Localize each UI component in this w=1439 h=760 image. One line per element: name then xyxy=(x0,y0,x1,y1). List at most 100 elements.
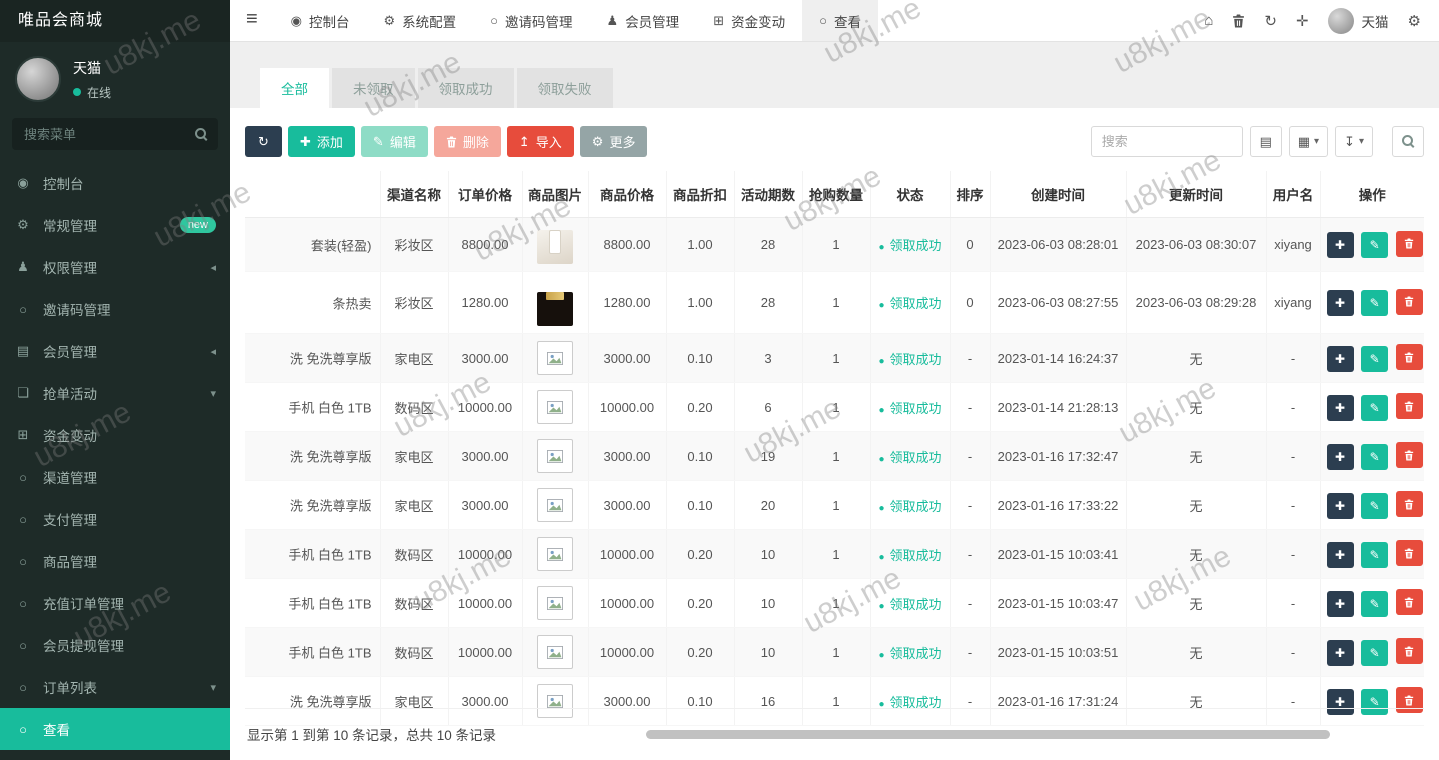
sidebar-menu-item[interactable]: ○ 邀请码管理 xyxy=(0,288,230,330)
status-dot-icon: ● xyxy=(878,405,884,416)
column-header[interactable]: 订单价格 xyxy=(448,171,522,218)
search-icon xyxy=(1402,135,1415,148)
column-header[interactable]: 操作 xyxy=(1320,171,1424,218)
row-delete-button[interactable] xyxy=(1396,231,1423,257)
refresh-icon[interactable]: ↻ xyxy=(1264,12,1277,30)
column-header[interactable]: 渠道名称 xyxy=(380,171,448,218)
menu-search xyxy=(12,118,218,150)
column-header[interactable]: 更新时间 xyxy=(1126,171,1266,218)
topnav-tab-label: 查看 xyxy=(834,11,861,31)
sidebar-menu-item[interactable]: ♟ 权限管理 ◂ xyxy=(0,246,230,288)
status-dot-icon: ● xyxy=(878,601,884,612)
topnav-tab[interactable]: ○ 邀请码管理 xyxy=(473,0,589,41)
topnav-tab[interactable]: ♟ 会员管理 xyxy=(590,0,697,41)
row-edit-button[interactable]: ✎ xyxy=(1361,591,1388,617)
row-add-button[interactable]: ✚ xyxy=(1327,232,1354,258)
search-toggle-button[interactable] xyxy=(1392,126,1424,157)
row-delete-button[interactable] xyxy=(1396,491,1423,517)
column-header[interactable]: 用户名 xyxy=(1266,171,1320,218)
home-icon[interactable]: ⌂ xyxy=(1204,12,1213,29)
menu-item-icon: ○ xyxy=(14,512,32,527)
column-header[interactable]: 状态 xyxy=(870,171,950,218)
topnav-tab[interactable]: ⚙ 系统配置 xyxy=(367,0,474,41)
row-edit-button[interactable]: ✎ xyxy=(1361,232,1388,258)
column-header[interactable]: 商品图片 xyxy=(522,171,588,218)
columns-button[interactable]: ▦ ▾ xyxy=(1289,126,1328,157)
sidebar-menu-item[interactable]: ○ 充值订单管理 xyxy=(0,582,230,624)
status-badge: ●领取成功 xyxy=(870,432,950,481)
sidebar-menu-item[interactable]: ○ 渠道管理 xyxy=(0,456,230,498)
row-edit-button[interactable]: ✎ xyxy=(1361,542,1388,568)
row-delete-button[interactable] xyxy=(1396,393,1423,419)
menu-search-input[interactable] xyxy=(12,118,218,150)
row-add-button[interactable]: ✚ xyxy=(1327,290,1354,316)
column-header[interactable]: 排序 xyxy=(950,171,990,218)
topnav-tab[interactable]: ◉ 控制台 xyxy=(274,0,367,41)
import-button[interactable]: ↥ 导入 xyxy=(507,126,574,157)
row-add-button[interactable]: ✚ xyxy=(1327,444,1354,470)
detail-view-button[interactable]: ▤ xyxy=(1250,126,1282,157)
sidebar-menu-item[interactable]: ○ 商品管理 xyxy=(0,540,230,582)
more-button[interactable]: ⚙ 更多 xyxy=(580,126,648,157)
menu-toggle-icon[interactable]: ≡ xyxy=(230,0,274,41)
sidebar-menu-item[interactable]: ○ 查看 xyxy=(0,708,230,750)
settings-icon[interactable]: ⚙ xyxy=(1408,12,1421,30)
product-price: 10000.00 xyxy=(588,579,666,628)
row-add-button[interactable]: ✚ xyxy=(1327,346,1354,372)
sidebar-menu-item[interactable]: ⊞ 资金变动 xyxy=(0,414,230,456)
delete-button[interactable]: 删除 xyxy=(434,126,501,157)
row-edit-button[interactable]: ✎ xyxy=(1361,395,1388,421)
sidebar-menu-item[interactable]: ○ 会员提现管理 xyxy=(0,624,230,666)
row-edit-button[interactable]: ✎ xyxy=(1361,493,1388,519)
export-button[interactable]: ↧ ▾ xyxy=(1335,126,1373,157)
online-dot-icon xyxy=(73,88,81,96)
broken-image-icon xyxy=(547,499,563,512)
row-delete-button[interactable] xyxy=(1396,540,1423,566)
row-delete-button[interactable] xyxy=(1396,589,1423,615)
sidebar-menu-item[interactable]: ○ 支付管理 xyxy=(0,498,230,540)
row-add-button[interactable]: ✚ xyxy=(1327,591,1354,617)
refresh-button[interactable]: ↻ xyxy=(245,126,282,157)
column-header[interactable] xyxy=(245,171,380,218)
broken-image-icon xyxy=(547,352,563,365)
row-edit-button[interactable]: ✎ xyxy=(1361,444,1388,470)
trash-icon[interactable] xyxy=(1232,14,1245,28)
edit-button[interactable]: ✎ 编辑 xyxy=(361,126,428,157)
row-delete-button[interactable] xyxy=(1396,638,1423,664)
fullscreen-icon[interactable]: ✛ xyxy=(1296,12,1309,30)
row-add-button[interactable]: ✚ xyxy=(1327,395,1354,421)
row-add-button[interactable]: ✚ xyxy=(1327,542,1354,568)
column-header[interactable]: 活动期数 xyxy=(734,171,802,218)
channel-name: 家电区 xyxy=(380,334,448,383)
tab-claim-fail[interactable]: 领取失败 xyxy=(517,68,613,108)
row-add-button[interactable]: ✚ xyxy=(1327,493,1354,519)
sidebar-menu-item[interactable]: ⚙ 常规管理 new xyxy=(0,204,230,246)
status-dot-icon: ● xyxy=(878,552,884,563)
scrollbar-thumb[interactable] xyxy=(646,730,1330,739)
topnav-tab[interactable]: ○ 查看 xyxy=(802,0,878,41)
column-header[interactable]: 创建时间 xyxy=(990,171,1126,218)
add-button[interactable]: ✚ 添加 xyxy=(288,126,355,157)
tab-unclaimed[interactable]: 未领取 xyxy=(332,68,415,108)
row-add-button[interactable]: ✚ xyxy=(1327,640,1354,666)
sidebar-menu-item[interactable]: ❏ 抢单活动 ▾ xyxy=(0,372,230,414)
row-delete-button[interactable] xyxy=(1396,442,1423,468)
column-header[interactable]: 商品折扣 xyxy=(666,171,734,218)
table-search-input[interactable] xyxy=(1091,126,1243,157)
sidebar-menu-item[interactable]: ◉ 控制台 xyxy=(0,162,230,204)
row-edit-button[interactable]: ✎ xyxy=(1361,640,1388,666)
filter-tabs: 全部 未领取 领取成功 领取失败 xyxy=(260,68,1409,108)
sidebar-menu-item[interactable]: ○ 订单列表 ▾ xyxy=(0,666,230,708)
column-header[interactable]: 抢购数量 xyxy=(802,171,870,218)
column-header[interactable]: 商品价格 xyxy=(588,171,666,218)
tab-all[interactable]: 全部 xyxy=(260,68,329,108)
row-edit-button[interactable]: ✎ xyxy=(1361,290,1388,316)
row-edit-button[interactable]: ✎ xyxy=(1361,346,1388,372)
row-delete-button[interactable] xyxy=(1396,289,1423,315)
topnav-tab[interactable]: ⊞ 资金变动 xyxy=(696,0,802,41)
import-label: 导入 xyxy=(536,132,562,151)
tab-claim-success[interactable]: 领取成功 xyxy=(418,68,514,108)
sidebar-menu-item[interactable]: ▤ 会员管理 ◂ xyxy=(0,330,230,372)
row-delete-button[interactable] xyxy=(1396,344,1423,370)
user-menu[interactable]: 天猫 xyxy=(1328,8,1389,34)
